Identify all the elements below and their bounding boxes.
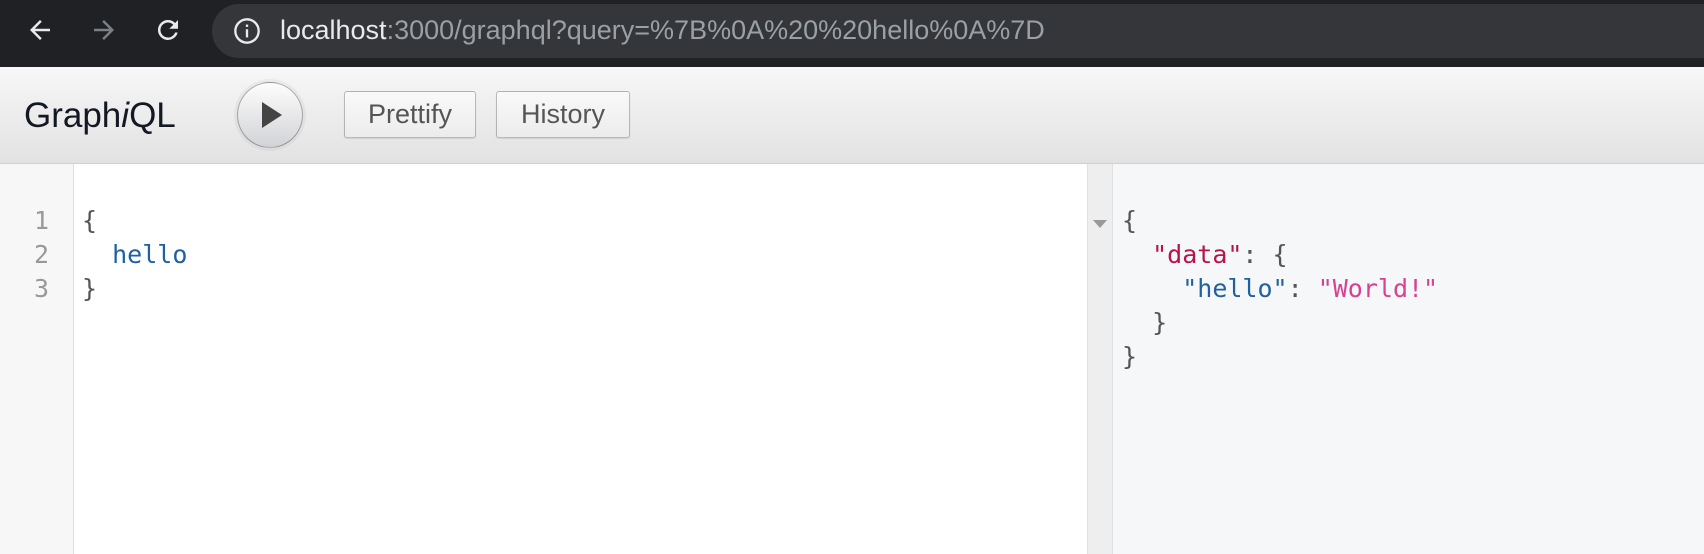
fold-triangle-icon[interactable] xyxy=(1093,217,1107,235)
play-icon xyxy=(262,102,282,128)
line-number: 2 xyxy=(33,240,49,269)
query-editor[interactable]: 1 2 3 { hello } xyxy=(0,164,1087,554)
url-path: :3000/graphql?query=%7B%0A%20%20hello%0A… xyxy=(386,15,1045,45)
json-punct: : xyxy=(1287,274,1318,303)
result-viewer xyxy=(1113,164,1704,554)
json-punct: : { xyxy=(1242,240,1288,269)
title-italic: i xyxy=(121,96,130,135)
execute-query-button[interactable] xyxy=(237,82,303,148)
prettify-button[interactable]: Prettify xyxy=(344,91,476,138)
code-line: } xyxy=(82,274,98,303)
code-line: { xyxy=(82,206,98,235)
title-suffix: QL xyxy=(129,96,176,135)
result-line: "data": { xyxy=(1122,238,1288,272)
forward-arrow-icon[interactable] xyxy=(84,10,124,50)
url-host: localhost xyxy=(280,15,387,45)
graphiql-toolbar: GraphiQL Prettify History xyxy=(0,67,1704,164)
back-arrow-icon[interactable] xyxy=(20,10,60,50)
result-line: } xyxy=(1122,306,1167,340)
json-string-value: "World!" xyxy=(1317,274,1439,303)
app-title: GraphiQL xyxy=(24,96,176,136)
info-icon[interactable] xyxy=(233,17,261,50)
line-number: 3 xyxy=(33,274,49,303)
title-prefix: Graph xyxy=(24,96,122,135)
history-button[interactable]: History xyxy=(496,91,630,138)
json-punct: } xyxy=(1152,308,1168,337)
browser-toolbar: localhost:3000/graphql?query=%7B%0A%20%2… xyxy=(0,0,1704,67)
code-line: hello xyxy=(82,238,187,272)
result-line: "hello": "World!" xyxy=(1122,272,1438,306)
reload-icon[interactable] xyxy=(148,10,188,50)
query-field: hello xyxy=(112,240,188,269)
json-key-hello: "hello" xyxy=(1182,274,1288,303)
line-number: 1 xyxy=(33,206,49,235)
url-text[interactable]: localhost:3000/graphql?query=%7B%0A%20%2… xyxy=(280,14,1045,46)
json-key-data: "data" xyxy=(1152,240,1243,269)
result-line: } xyxy=(1122,342,1138,371)
result-line: { xyxy=(1122,206,1138,235)
line-number-gutter: 1 2 3 xyxy=(0,164,74,554)
